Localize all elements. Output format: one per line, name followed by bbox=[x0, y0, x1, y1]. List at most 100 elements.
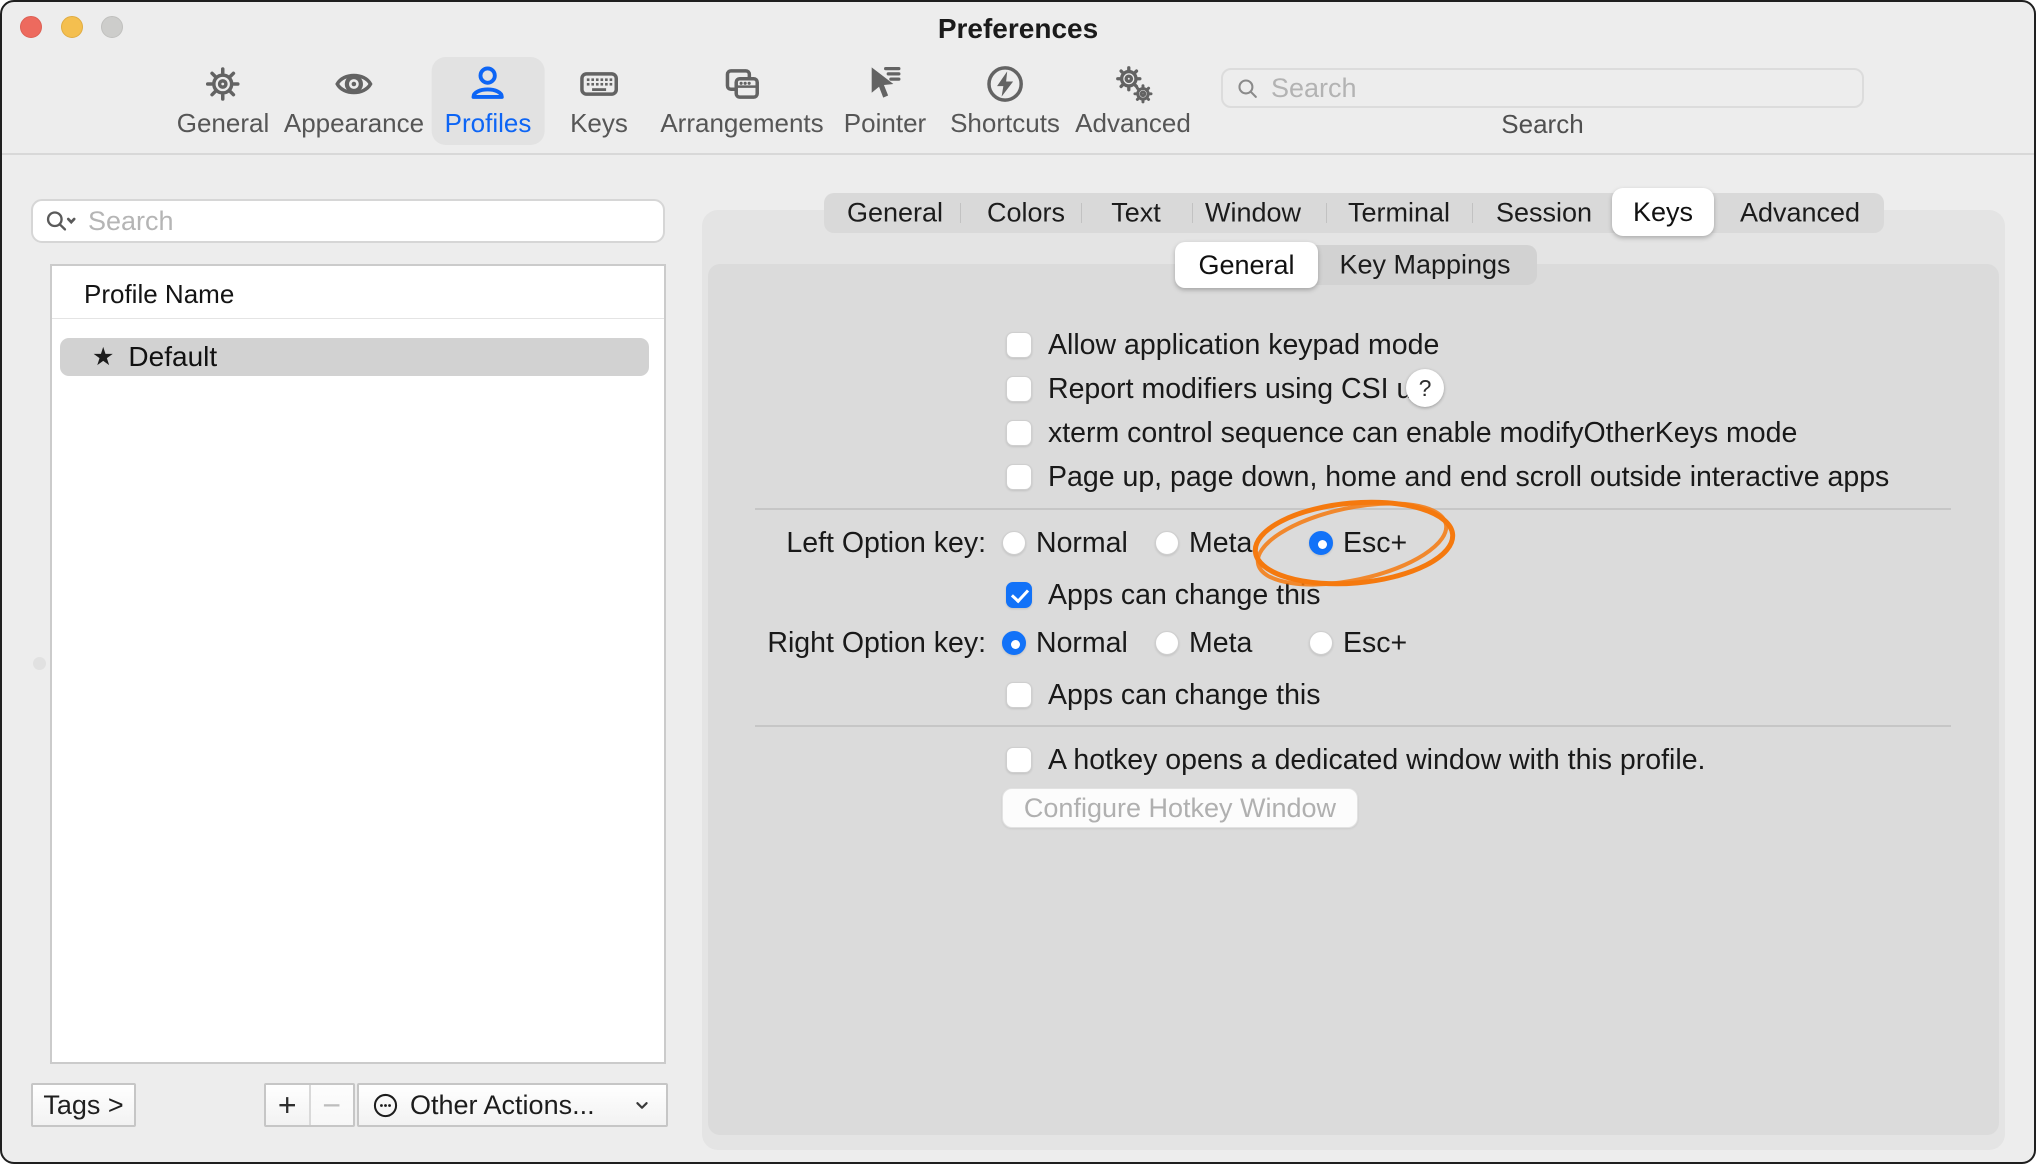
segment-divider bbox=[960, 203, 961, 223]
checkbox-modify-other-keys[interactable] bbox=[1006, 420, 1032, 446]
checkbox-row-csi-u: Report modifiers using CSI u bbox=[1006, 375, 1412, 403]
tab-colors[interactable]: Colors bbox=[987, 198, 1065, 229]
toolbar-item-label: Appearance bbox=[284, 108, 424, 139]
radio-right-meta[interactable] bbox=[1155, 631, 1179, 655]
radio-label: Esc+ bbox=[1343, 527, 1407, 560]
keys-subtab-bar: Key Mappings General bbox=[1178, 245, 1537, 285]
toolbar-item-keys[interactable]: Keys bbox=[557, 57, 641, 145]
toolbar-item-advanced[interactable]: Advanced bbox=[1062, 57, 1204, 145]
radio-right-normal[interactable] bbox=[1002, 631, 1026, 655]
left-option-key-label: Left Option key: bbox=[702, 526, 986, 560]
checkbox-row-modify-other-keys: xterm control sequence can enable modify… bbox=[1006, 419, 1797, 447]
tab-general[interactable]: General bbox=[847, 198, 943, 229]
toolbar-item-label: General bbox=[177, 108, 270, 139]
tab-keys-selected[interactable]: Keys bbox=[1612, 188, 1714, 236]
radio-label: Normal bbox=[1036, 627, 1128, 660]
toolbar-item-arrangements[interactable]: Arrangements bbox=[647, 57, 836, 145]
profile-tab-bar: General Colors Text Window Terminal Sess… bbox=[824, 193, 1884, 233]
search-icon bbox=[1235, 76, 1260, 101]
checkbox-label: Apps can change this bbox=[1048, 679, 1321, 712]
toolbar-item-profiles[interactable]: Profiles bbox=[432, 57, 545, 145]
toolbar-search-caption: Search bbox=[1221, 109, 1864, 140]
star-icon: ★ bbox=[92, 342, 114, 372]
toolbar-item-label: Advanced bbox=[1075, 108, 1191, 139]
right-option-esc[interactable]: Esc+ bbox=[1309, 626, 1407, 660]
add-remove-group: + − bbox=[264, 1083, 355, 1127]
section-divider bbox=[755, 725, 1951, 727]
add-profile-button[interactable]: + bbox=[266, 1085, 309, 1125]
checkbox-apps-change-left[interactable] bbox=[1006, 582, 1032, 608]
header-divider bbox=[52, 318, 664, 319]
segment-divider bbox=[1192, 203, 1193, 223]
radio-left-meta[interactable] bbox=[1155, 531, 1179, 555]
right-option-key-label: Right Option key: bbox=[702, 626, 986, 660]
titlebar: Preferences bbox=[2, 2, 2034, 52]
tags-button-label: Tags > bbox=[43, 1090, 123, 1121]
tab-text[interactable]: Text bbox=[1111, 198, 1161, 229]
tab-keys-label: Keys bbox=[1633, 197, 1693, 228]
checkbox-apps-change-right[interactable] bbox=[1006, 682, 1032, 708]
toolbar-item-appearance[interactable]: Appearance bbox=[271, 57, 437, 145]
gears-icon bbox=[1112, 63, 1154, 105]
left-option-esc[interactable]: Esc+ bbox=[1309, 526, 1407, 560]
profile-name: Default bbox=[128, 341, 217, 373]
checkbox-label: Apps can change this bbox=[1048, 579, 1321, 612]
profile-list-header: Profile Name bbox=[84, 279, 234, 310]
help-button[interactable]: ? bbox=[1406, 369, 1444, 407]
other-actions-label: Other Actions... bbox=[410, 1090, 620, 1121]
right-option-normal[interactable]: Normal bbox=[1002, 626, 1128, 660]
subtab-key-mappings[interactable]: Key Mappings bbox=[1339, 250, 1510, 281]
subtab-general-selected[interactable]: General bbox=[1175, 242, 1318, 288]
toolbar-item-general[interactable]: General bbox=[164, 57, 283, 145]
checkbox-hotkey-window[interactable] bbox=[1006, 747, 1032, 773]
remove-profile-button[interactable]: − bbox=[309, 1085, 354, 1125]
tags-button[interactable]: Tags > bbox=[31, 1083, 136, 1127]
radio-left-esc[interactable] bbox=[1309, 531, 1333, 555]
configure-hotkey-label: Configure Hotkey Window bbox=[1024, 793, 1336, 824]
radio-label: Meta bbox=[1189, 627, 1252, 660]
profile-search-field[interactable] bbox=[31, 199, 665, 243]
checkbox-label: Allow application keypad mode bbox=[1048, 329, 1439, 362]
pane-splitter-handle[interactable] bbox=[33, 657, 46, 670]
segment-divider bbox=[1081, 203, 1082, 223]
toolbar-item-label: Shortcuts bbox=[950, 108, 1060, 139]
right-option-meta[interactable]: Meta bbox=[1155, 626, 1252, 660]
checkbox-row-keypad: Allow application keypad mode bbox=[1006, 331, 1439, 359]
profile-search-input[interactable] bbox=[86, 205, 652, 238]
checkbox-keypad[interactable] bbox=[1006, 332, 1032, 358]
profile-row-default[interactable]: ★ Default bbox=[60, 338, 649, 376]
radio-label: Meta bbox=[1189, 527, 1252, 560]
radio-label: Normal bbox=[1036, 527, 1128, 560]
gear-icon bbox=[202, 63, 244, 105]
toolbar-item-pointer[interactable]: Pointer bbox=[831, 57, 939, 145]
window-title: Preferences bbox=[2, 13, 2034, 45]
tab-terminal[interactable]: Terminal bbox=[1348, 198, 1450, 229]
section-divider bbox=[755, 508, 1951, 510]
toolbar-item-label: Arrangements bbox=[660, 108, 823, 139]
tab-advanced[interactable]: Advanced bbox=[1740, 198, 1860, 229]
search-input[interactable] bbox=[1269, 72, 1850, 105]
left-option-normal[interactable]: Normal bbox=[1002, 526, 1128, 560]
hotkey-row: A hotkey opens a dedicated window with t… bbox=[1006, 746, 1705, 774]
windows-icon bbox=[721, 63, 763, 105]
lightning-icon bbox=[984, 63, 1026, 105]
checkbox-csi-u[interactable] bbox=[1006, 376, 1032, 402]
apps-can-change-left-row: Apps can change this bbox=[1006, 581, 1321, 609]
configure-hotkey-window-button[interactable]: Configure Hotkey Window bbox=[1002, 788, 1358, 828]
checkbox-page-scroll[interactable] bbox=[1006, 464, 1032, 490]
profile-list: Profile Name ★ Default bbox=[50, 264, 666, 1064]
radio-left-normal[interactable] bbox=[1002, 531, 1026, 555]
tab-session[interactable]: Session bbox=[1496, 198, 1592, 229]
tab-window[interactable]: Window bbox=[1205, 198, 1301, 229]
toolbar-search-field[interactable] bbox=[1221, 68, 1864, 108]
ellipsis-circle-icon bbox=[372, 1092, 399, 1119]
preferences-window: Preferences General Appearance Profiles … bbox=[0, 0, 2036, 1164]
segment-divider bbox=[1326, 203, 1327, 223]
toolbar-item-shortcuts[interactable]: Shortcuts bbox=[937, 57, 1073, 145]
other-actions-button[interactable]: Other Actions... bbox=[357, 1083, 668, 1127]
person-icon bbox=[467, 63, 509, 105]
checkbox-row-page-scroll: Page up, page down, home and end scroll … bbox=[1006, 463, 1889, 491]
radio-right-esc[interactable] bbox=[1309, 631, 1333, 655]
left-option-meta[interactable]: Meta bbox=[1155, 526, 1252, 560]
search-menu-icon bbox=[44, 208, 78, 235]
